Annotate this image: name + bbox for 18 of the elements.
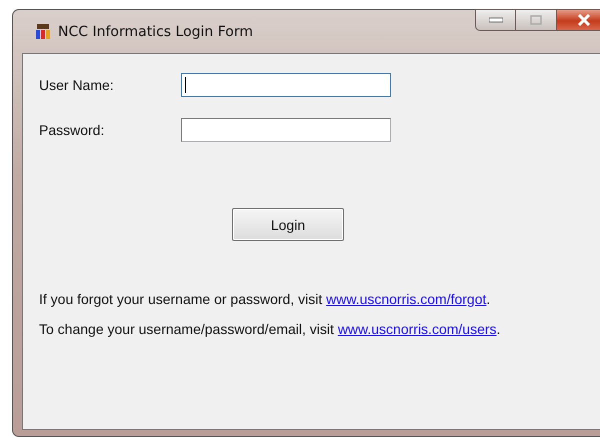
- maximize-icon: [530, 15, 542, 25]
- close-button[interactable]: [557, 9, 600, 31]
- link[interactable]: www.uscnorris.com/users: [338, 321, 497, 337]
- maximize-button[interactable]: [516, 9, 557, 31]
- close-icon: [577, 14, 591, 26]
- text-cursor: [185, 77, 186, 93]
- minimize-button[interactable]: [475, 9, 516, 31]
- help-text: To change your username/password/email, visit www.uscnorris.com/users.: [39, 321, 502, 337]
- input-field[interactable]: [181, 73, 391, 97]
- field-label: User Name:: [39, 77, 115, 93]
- help-text: If you forgot your username or password, visit www.uscnorris.com/forgot.: [39, 291, 492, 307]
- minimize-icon: [488, 17, 502, 23]
- app-icon: [35, 22, 51, 40]
- login-button[interactable]: Login: [232, 208, 344, 241]
- input-field[interactable]: [181, 118, 391, 142]
- window-title: NCC Informatics Login Form: [58, 24, 254, 40]
- link[interactable]: www.uscnorris.com/forgot: [326, 291, 486, 307]
- field-label: Password:: [39, 122, 106, 138]
